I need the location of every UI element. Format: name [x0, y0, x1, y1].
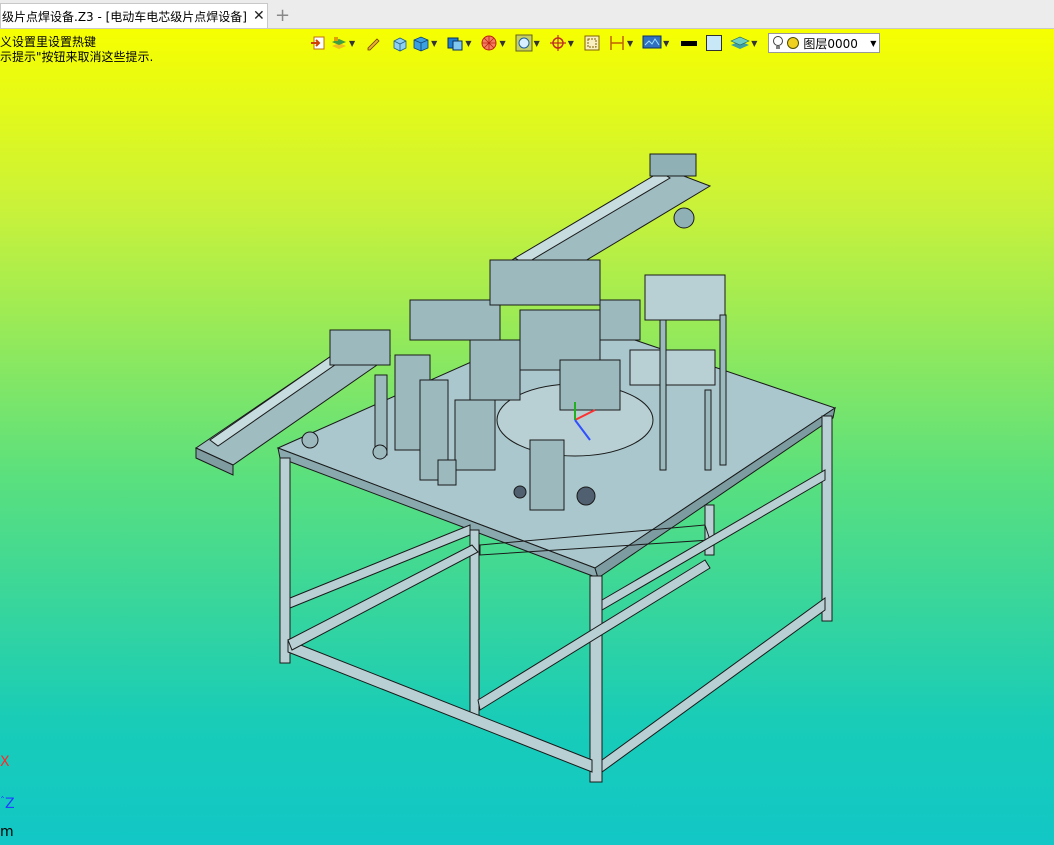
- tab-title: 级片点焊设备.Z3 - [电动车电芯级片点焊设备]: [2, 9, 247, 24]
- close-icon[interactable]: ✕: [253, 8, 265, 24]
- new-tab-icon[interactable]: +: [275, 5, 290, 26]
- axis-x-label: X: [0, 754, 10, 770]
- axis-z-label: ˆZ: [0, 796, 15, 812]
- axis-z-text: Z: [5, 796, 15, 812]
- tab-bar: 级片点焊设备.Z3 - [电动车电芯级片点焊设备] ✕ +: [0, 0, 1054, 29]
- 3d-viewport[interactable]: 义设置里设置热键 示提示"按钮来取消这些提示. ▼ ▼ ▼ ▼ ▼ ▼ ▼ ▼ …: [0, 29, 1054, 845]
- document-tab[interactable]: 级片点焊设备.Z3 - [电动车电芯级片点焊设备] ✕: [0, 3, 268, 28]
- unit-label: m: [0, 824, 14, 840]
- machine-model: [194, 153, 837, 783]
